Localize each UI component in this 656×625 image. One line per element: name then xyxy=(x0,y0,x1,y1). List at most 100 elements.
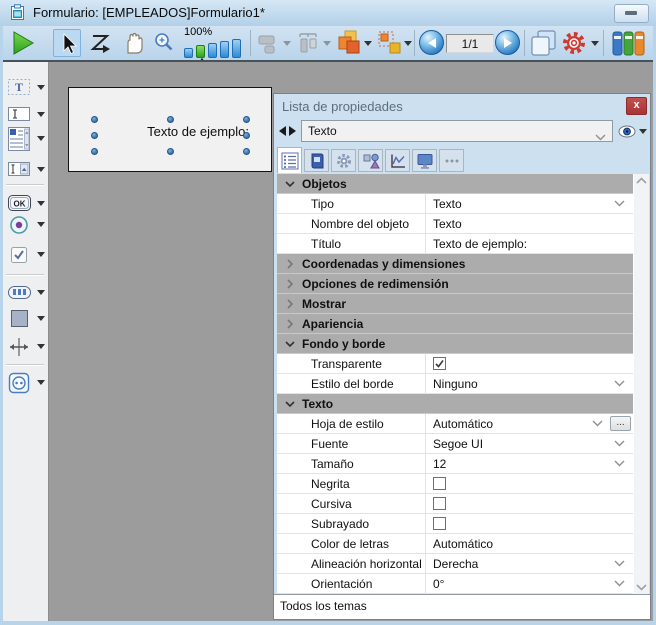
next-object-button[interactable] xyxy=(289,126,296,136)
tool-dropdown-arrow[interactable] xyxy=(37,380,45,385)
library-tool-button[interactable] xyxy=(611,29,647,57)
tool-dropdown-arrow[interactable] xyxy=(37,112,45,117)
button-grid-tool[interactable] xyxy=(7,282,47,304)
button-tool[interactable]: OK xyxy=(7,193,47,215)
property-value[interactable]: Segoe UI xyxy=(433,437,483,451)
property-value[interactable]: 12 xyxy=(433,457,446,471)
tab-events[interactable] xyxy=(385,149,410,172)
zoom-tool-button[interactable] xyxy=(150,29,178,57)
previous-object-button[interactable] xyxy=(279,126,286,136)
previous-page-button[interactable] xyxy=(419,30,444,55)
ellipsis-button[interactable]: ... xyxy=(610,416,631,431)
checkbox[interactable] xyxy=(433,357,446,370)
property-value[interactable]: Ninguno xyxy=(433,377,478,391)
scroll-up-icon[interactable] xyxy=(636,177,647,185)
selection-handle[interactable] xyxy=(167,148,174,155)
section-header[interactable]: Opciones de redimensión xyxy=(277,274,633,294)
rectangle-tool[interactable] xyxy=(7,308,47,330)
property-value[interactable]: Texto de ejemplo: xyxy=(433,237,527,251)
object-selector-combobox[interactable]: Texto xyxy=(301,120,613,142)
selection-handle[interactable] xyxy=(91,116,98,123)
selection-handle[interactable] xyxy=(167,116,174,123)
tab-settings[interactable] xyxy=(331,149,356,172)
tool-dropdown-arrow[interactable] xyxy=(37,85,45,90)
dropdown-chevron-icon[interactable] xyxy=(614,440,625,447)
zoom-bar-4[interactable] xyxy=(220,41,229,58)
zoom-bar-1[interactable] xyxy=(184,48,193,58)
zoom-level-control[interactable]: 100% xyxy=(184,27,246,59)
form-design-canvas[interactable]: Texto de ejemplo: xyxy=(68,87,272,172)
scrollbar[interactable] xyxy=(633,174,649,594)
checkbox[interactable] xyxy=(433,497,446,510)
selected-text-object[interactable]: Texto de ejemplo: xyxy=(147,124,249,139)
combo-box-tool[interactable] xyxy=(7,159,47,181)
selection-handle[interactable] xyxy=(91,132,98,139)
tool-dropdown-arrow[interactable] xyxy=(37,344,45,349)
tool-dropdown-arrow[interactable] xyxy=(37,316,45,321)
section-header[interactable]: Coordenadas y dimensiones xyxy=(277,254,633,274)
level-dropdown-arrow[interactable] xyxy=(364,41,372,46)
level-tool-button[interactable] xyxy=(335,29,363,57)
next-page-button[interactable] xyxy=(495,30,520,55)
zoom-bar-5[interactable] xyxy=(232,39,241,58)
tab-objects[interactable] xyxy=(358,149,383,172)
dropdown-chevron-icon[interactable] xyxy=(614,200,625,207)
settings-tool-button[interactable] xyxy=(560,29,588,57)
tab-data[interactable] xyxy=(304,149,329,172)
checkbox[interactable] xyxy=(433,517,446,530)
dropdown-chevron-icon[interactable] xyxy=(592,420,603,427)
tool-dropdown-arrow[interactable] xyxy=(37,201,45,206)
property-value[interactable]: Texto xyxy=(433,197,462,211)
list-box-tool[interactable] xyxy=(7,126,47,154)
radio-button-tool[interactable] xyxy=(7,214,47,236)
pages-tool-button[interactable] xyxy=(529,29,557,57)
property-value[interactable]: Texto xyxy=(433,217,462,231)
section-header[interactable]: Apariencia xyxy=(277,314,633,334)
tool-dropdown-arrow[interactable] xyxy=(37,136,45,141)
scroll-down-icon[interactable] xyxy=(636,583,647,591)
view-options-button[interactable] xyxy=(618,121,649,141)
property-value[interactable]: Derecha xyxy=(433,557,478,571)
property-value[interactable]: Automático xyxy=(433,417,493,431)
plugin-area-tool[interactable] xyxy=(7,372,47,394)
tool-dropdown-arrow[interactable] xyxy=(37,167,45,172)
tab-properties[interactable] xyxy=(277,147,302,173)
dropdown-chevron-icon[interactable] xyxy=(614,460,625,467)
property-value[interactable]: 0° xyxy=(433,577,444,591)
page-indicator[interactable]: 1/1 xyxy=(446,34,494,53)
tool-dropdown-arrow[interactable] xyxy=(37,290,45,295)
dropdown-chevron-icon[interactable] xyxy=(614,580,625,587)
selection-handle[interactable] xyxy=(91,148,98,155)
tool-dropdown-arrow[interactable] xyxy=(37,252,45,257)
dropdown-chevron-icon[interactable] xyxy=(614,380,625,387)
minimize-button[interactable] xyxy=(614,4,649,23)
section-header[interactable]: Fondo y borde xyxy=(277,334,633,354)
group-tool-button[interactable] xyxy=(376,29,404,57)
panel-titlebar[interactable]: Lista de propiedades x xyxy=(274,94,650,117)
pan-tool-button[interactable] xyxy=(119,29,147,57)
zoom-bars[interactable] xyxy=(184,39,246,58)
splitter-tool[interactable] xyxy=(7,336,47,358)
execute-form-button[interactable] xyxy=(9,29,37,57)
window-titlebar[interactable]: Formulario: [EMPLEADOS]Formulario1* xyxy=(0,0,656,26)
zoom-bar-current[interactable] xyxy=(196,45,205,58)
static-text-tool[interactable]: T xyxy=(7,77,47,99)
close-button[interactable]: x xyxy=(626,97,647,115)
tool-dropdown-arrow[interactable] xyxy=(37,222,45,227)
select-tool-button[interactable] xyxy=(53,29,81,57)
group-dropdown-arrow[interactable] xyxy=(404,41,412,46)
checkbox-tool[interactable] xyxy=(7,244,47,266)
selection-handle[interactable] xyxy=(243,132,250,139)
section-header[interactable]: Objetos xyxy=(277,174,633,194)
input-field-tool[interactable] xyxy=(7,104,47,126)
entry-order-tool-button[interactable] xyxy=(87,29,115,57)
dropdown-chevron-icon[interactable] xyxy=(614,560,625,567)
section-header[interactable]: Mostrar xyxy=(277,294,633,314)
section-header[interactable]: Texto xyxy=(277,394,633,414)
selection-handle[interactable] xyxy=(243,116,250,123)
checkbox[interactable] xyxy=(433,477,446,490)
tab-display[interactable] xyxy=(412,149,437,172)
zoom-bar-3[interactable] xyxy=(208,43,217,58)
selection-handle[interactable] xyxy=(243,148,250,155)
property-value[interactable]: Automático xyxy=(433,537,493,551)
